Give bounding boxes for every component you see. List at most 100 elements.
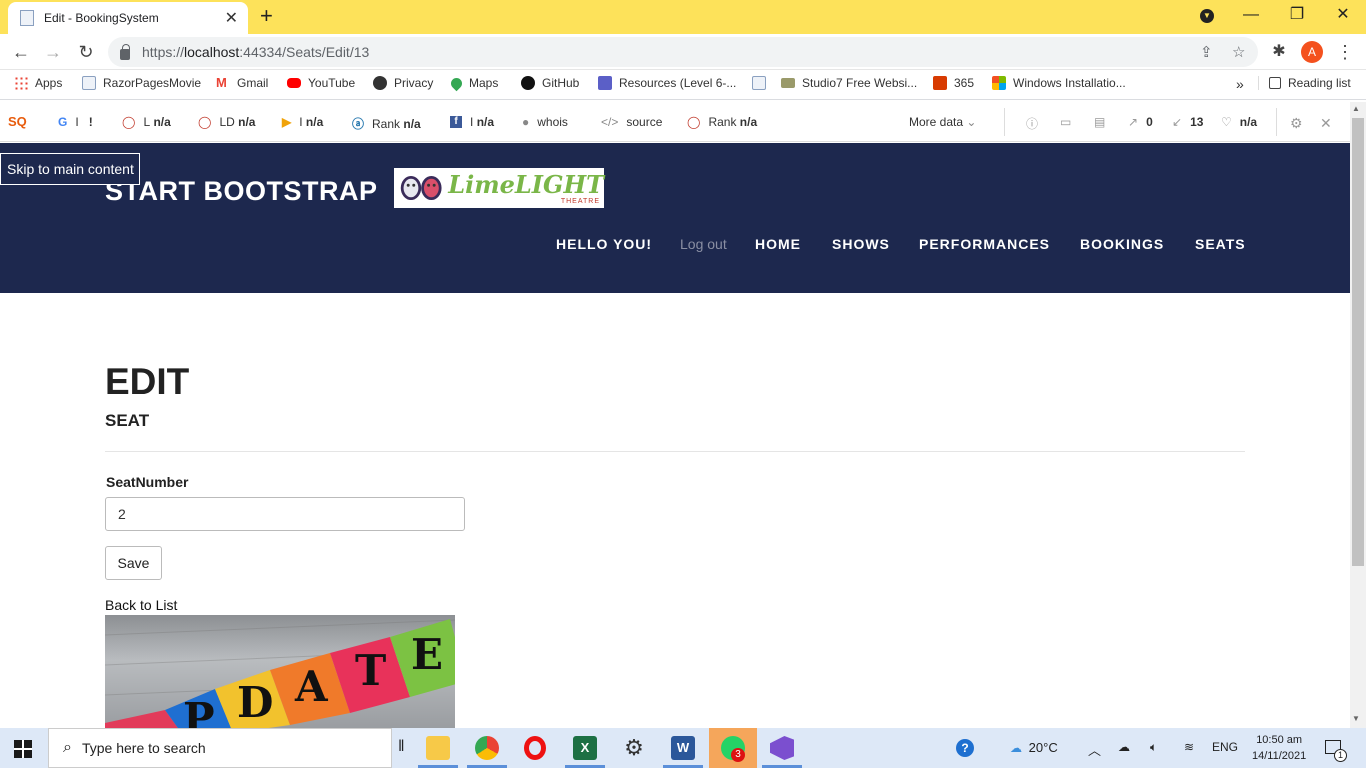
report-icon[interactable]: ▤: [1094, 115, 1105, 129]
divider: [1004, 108, 1005, 136]
back-to-list-link[interactable]: Back to List: [105, 597, 177, 613]
bookmark-365[interactable]: 365: [933, 76, 974, 90]
volume-muted-icon[interactable]: 🔈︎: [1150, 740, 1157, 755]
seo-facebook[interactable]: fI n/a: [450, 115, 494, 129]
bookmark-razorpagesmovie[interactable]: RazorPagesMovie: [82, 76, 201, 90]
save-button[interactable]: Save: [105, 546, 162, 580]
share-icon[interactable]: ⇪: [1200, 43, 1213, 61]
bookmarks-overflow-icon[interactable]: »: [1236, 76, 1244, 92]
browser-toolbar: ← → ↻ https://localhost:44334/Seats/Edit…: [0, 34, 1366, 70]
page-subtitle: SEAT: [105, 411, 150, 430]
address-bar[interactable]: https://localhost:44334/Seats/Edit/13 ⇪ …: [108, 37, 1258, 67]
restore-icon[interactable]: ❐: [1274, 4, 1320, 26]
gmail-icon: M: [216, 75, 227, 90]
seatnumber-input[interactable]: [105, 497, 465, 531]
weather[interactable]: ☁ 20°C: [1010, 740, 1058, 755]
bookmark-studio7[interactable]: Studio7 Free Websi...: [781, 76, 917, 90]
visual-studio-icon[interactable]: [770, 736, 794, 760]
more-data-dropdown[interactable]: More data ⌄: [909, 115, 976, 129]
excel-icon[interactable]: X: [573, 736, 597, 760]
tray-chevron-up-icon[interactable]: ︿: [1088, 740, 1101, 759]
settings-gear-icon[interactable]: ⚙: [622, 736, 646, 760]
nav-bookings[interactable]: BOOKINGS: [1080, 236, 1164, 252]
bookmark-youtube[interactable]: YouTube: [287, 76, 355, 90]
back-arrow-icon[interactable]: ←: [8, 40, 34, 64]
nav-seats[interactable]: SEATS: [1195, 236, 1246, 252]
scroll-down-icon[interactable]: ▼: [1352, 714, 1360, 723]
avatar[interactable]: A: [1301, 41, 1323, 63]
info-icon[interactable]: ⓘ: [1026, 115, 1038, 132]
file-explorer-icon[interactable]: [426, 736, 450, 760]
seo-internal-links[interactable]: ↙ 13: [1172, 115, 1203, 129]
windows-start-icon[interactable]: [14, 740, 32, 758]
limelight-logo[interactable]: LimeLIGHT THEATRE: [394, 168, 604, 208]
chevron-down-icon: ⌄: [966, 115, 977, 129]
logo-text: LimeLIGHT: [448, 169, 604, 199]
reading-list[interactable]: Reading list: [1258, 76, 1351, 90]
nav-home[interactable]: HOME: [755, 236, 801, 252]
bookmark-gmail[interactable]: M Gmail: [216, 75, 268, 91]
nav-logout[interactable]: Log out: [680, 236, 727, 252]
clock[interactable]: 10:50 am 14/11/2021: [1252, 732, 1306, 764]
extensions-icon[interactable]: ✱: [1266, 40, 1292, 64]
star-icon[interactable]: ☆: [1232, 43, 1245, 61]
opera-icon[interactable]: [524, 736, 546, 760]
studio7-icon: [781, 78, 795, 88]
logo-subtext: THEATRE: [560, 197, 600, 205]
onedrive-error-icon[interactable]: ☁: [1118, 740, 1130, 754]
close-icon[interactable]: ✕: [1320, 115, 1332, 132]
seo-bing[interactable]: ▶ I n/a: [282, 115, 323, 129]
seo-health[interactable]: ♡ n/a: [1221, 115, 1257, 129]
bookmark-resources[interactable]: Resources (Level 6-...: [598, 76, 736, 90]
facebook-icon: f: [450, 116, 462, 128]
tab-title: Edit - BookingSystem: [44, 11, 159, 25]
wifi-icon[interactable]: ≋: [1184, 740, 1194, 754]
site-brand[interactable]: START BOOTSTRAP: [105, 176, 378, 207]
bookmark-page[interactable]: [752, 76, 773, 90]
seo-whois[interactable]: ● whois: [522, 115, 568, 129]
bookmark-maps[interactable]: Maps: [448, 75, 498, 91]
bookmark-windows[interactable]: Windows Installatio...: [992, 76, 1126, 90]
seo-rank2[interactable]: ◯ Rank n/a: [687, 115, 757, 129]
seoquake-logo-icon[interactable]: SQ: [8, 114, 27, 129]
menu-icon[interactable]: ⋮: [1332, 40, 1358, 64]
language-indicator[interactable]: ENG: [1212, 740, 1238, 754]
help-icon[interactable]: ?: [956, 739, 974, 757]
close-window-icon[interactable]: ✕: [1320, 4, 1366, 26]
seo-external-links[interactable]: ↗ 0: [1128, 115, 1153, 129]
gear-icon[interactable]: ⚙: [1290, 115, 1303, 132]
browser-tab[interactable]: Edit - BookingSystem ✕: [8, 2, 248, 34]
scrollbar-thumb[interactable]: [1352, 118, 1364, 566]
seo-source[interactable]: </> source: [601, 115, 662, 129]
reload-icon[interactable]: ↻: [73, 40, 99, 64]
minimize-icon[interactable]: —: [1228, 4, 1274, 26]
maps-pin-icon: [448, 75, 465, 91]
divider: [105, 451, 1245, 452]
seo-rank[interactable]: ⓐ Rank n/a: [352, 115, 421, 132]
seatnumber-label: SeatNumber: [106, 474, 189, 490]
word-icon[interactable]: W: [671, 736, 695, 760]
density-icon[interactable]: ▭: [1060, 115, 1071, 129]
scroll-up-icon[interactable]: ▲: [1352, 104, 1360, 113]
theatre-masks-icon: [400, 175, 442, 201]
skip-to-main-link[interactable]: Skip to main content: [0, 153, 140, 185]
bookmark-privacy[interactable]: Privacy: [373, 76, 433, 90]
seo-google[interactable]: GI !: [58, 115, 93, 129]
nav-hello[interactable]: HELLO YOU!: [556, 236, 652, 252]
bookmark-apps[interactable]: Apps: [14, 76, 62, 90]
nav-performances[interactable]: PERFORMANCES: [919, 236, 1050, 252]
bookmark-github[interactable]: GitHub: [521, 76, 579, 90]
new-tab-icon[interactable]: +: [260, 4, 273, 28]
chrome-icon[interactable]: [475, 736, 499, 760]
task-view-icon[interactable]: ‖: [398, 738, 405, 756]
page-icon: [752, 76, 766, 90]
nav-shows[interactable]: SHOWS: [832, 236, 890, 252]
taskbar-search[interactable]: ⌕ Type here to search: [48, 728, 392, 768]
lock-icon: [120, 43, 130, 60]
seo-l[interactable]: ◯ L n/a: [122, 115, 171, 129]
google-icon: G: [58, 115, 68, 129]
seo-ld[interactable]: ◯ LD n/a: [198, 115, 255, 129]
close-tab-icon[interactable]: ✕: [225, 8, 238, 28]
forward-arrow-icon[interactable]: →: [40, 40, 66, 64]
tab-search-icon[interactable]: ▼: [1200, 9, 1214, 23]
